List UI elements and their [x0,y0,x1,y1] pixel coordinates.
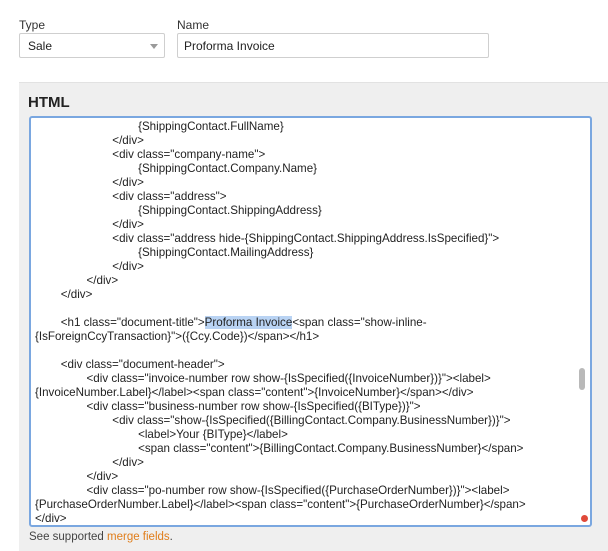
code-line: </div> [35,288,93,301]
code-line: </div> [35,512,67,525]
code-line: <label>Your {BIType}</label> [35,428,288,441]
merge-fields-hint-text: See supported [29,531,108,543]
code-line: <div class="company-name"> [35,148,266,161]
code-line: <div class="document-header"> [35,358,225,371]
code-line: {ShippingContact.ShippingAddress} [35,204,322,217]
code-line: </div> [35,176,144,189]
code-line: </div> [35,456,144,469]
code-line: {ShippingContact.MailingAddress} [35,246,314,259]
code-line: {InvoiceNumber.Label}</label><span class… [35,386,474,399]
code-content: {ShippingContact.FullName} </div> <div c… [35,120,574,525]
code-line: </div> [35,274,119,287]
html-heading: HTML [28,94,70,111]
code-line: </div> [35,260,144,273]
chevron-down-icon [150,44,158,49]
name-label: Name [177,18,210,32]
code-line: {ShippingContact.FullName} [35,120,284,133]
merge-fields-hint-suffix: . [169,531,173,543]
code-line: </div> [35,134,144,147]
code-selection: Proforma Invoice [204,316,293,329]
code-line-rest: <span class="show-inline- [292,316,427,329]
code-line: <div class="po-number row show-{IsSpecif… [35,484,510,497]
merge-fields-hint: See supported merge fields. [29,531,173,543]
code-line: {IsForeignCcyTransaction}">({Ccy.Code})<… [35,330,320,343]
code-line: </div> [35,470,119,483]
code-line: <div class="address hide-{ShippingContac… [35,232,500,245]
resize-grip-icon[interactable] [581,515,588,522]
type-label: Type [19,18,46,32]
code-line: <div class="show-{IsSpecified({BillingCo… [35,414,511,427]
code-line: {PurchaseOrderNumber.Label}</label><span… [35,498,526,511]
code-line: </div> [35,218,144,231]
editor-scrollbar[interactable] [579,368,585,390]
code-line: <div class="business-number row show-{Is… [35,400,421,413]
type-select-value: Sale [28,39,53,53]
type-select[interactable]: Sale [19,33,165,58]
code-line: <h1 class="document-title">Proforma Invo… [35,316,427,329]
code-line: {ShippingContact.Company.Name} [35,162,318,175]
code-line: <div class="address"> [35,190,227,203]
html-code-editor[interactable]: {ShippingContact.FullName} </div> <div c… [29,116,592,527]
code-line: <span class="content">{BillingContact.Co… [35,442,524,455]
merge-fields-link[interactable]: merge fields [107,531,170,543]
name-input[interactable] [177,33,489,58]
code-line: <div class="invoice-number row show-{IsS… [35,372,491,385]
